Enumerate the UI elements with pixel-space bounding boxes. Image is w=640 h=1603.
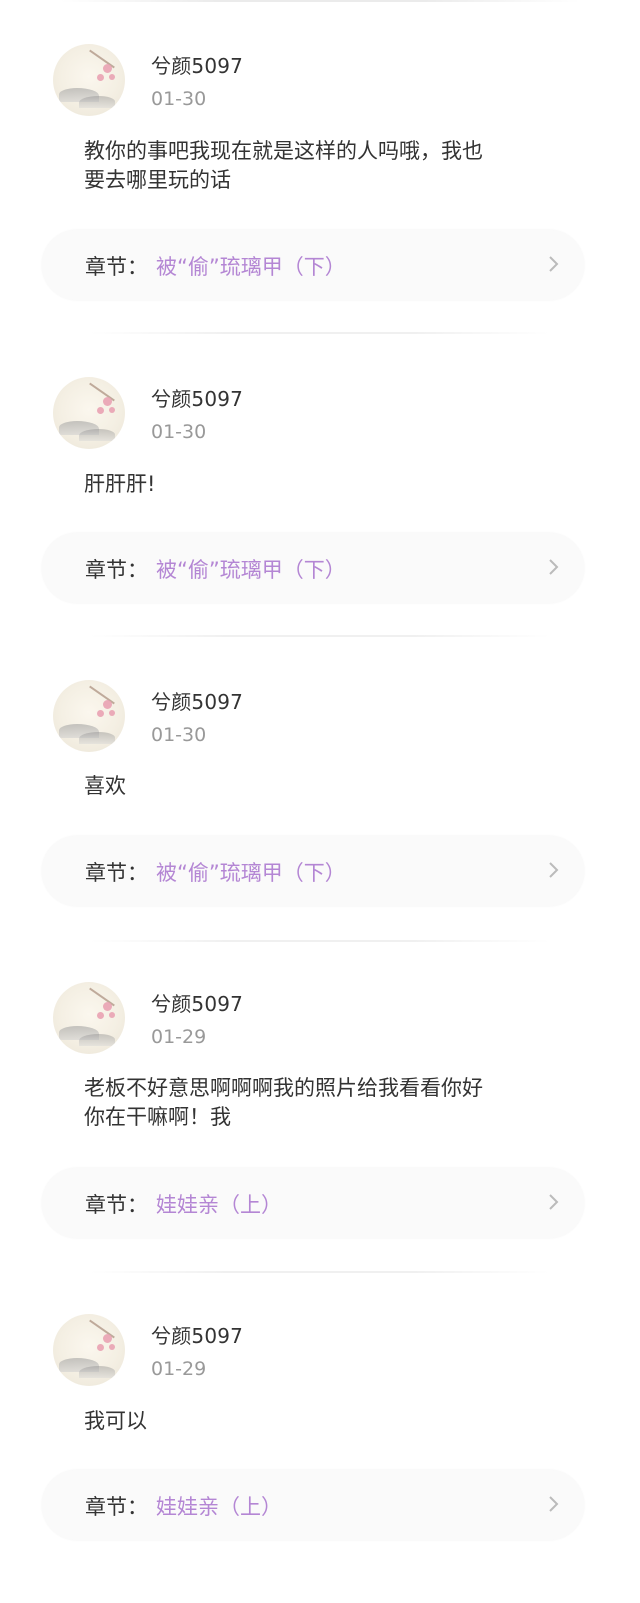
avatar[interactable] bbox=[53, 982, 125, 1054]
divider bbox=[90, 1271, 550, 1273]
comment-text: 老板不好意思啊啊啊我的照片给我看看你好 你在干嘛啊！我 bbox=[84, 1074, 564, 1132]
chapter-label: 章节： bbox=[85, 1495, 148, 1519]
comment-text-line: 喜欢 bbox=[84, 774, 126, 798]
avatar[interactable] bbox=[53, 44, 125, 116]
comment-text-line: 你在干嘛啊！我 bbox=[84, 1105, 231, 1129]
username[interactable]: 兮颜5097 bbox=[151, 1320, 243, 1349]
chapter-link[interactable]: 章节： 被“偷”琉璃甲（下） bbox=[42, 836, 584, 906]
chapter-label: 章节： bbox=[85, 558, 148, 582]
comment-date: 01-30 bbox=[151, 724, 207, 746]
comment-text: 肝肝肝! bbox=[84, 470, 564, 499]
chapter-title: 娃娃亲（上） bbox=[156, 1495, 282, 1519]
divider bbox=[90, 940, 550, 942]
comment-text-line: 我可以 bbox=[84, 1409, 147, 1433]
chevron-right-icon bbox=[549, 559, 559, 575]
comment-text-line: 要去哪里玩的话 bbox=[84, 168, 231, 192]
chevron-right-icon bbox=[549, 1496, 559, 1512]
divider bbox=[90, 635, 550, 637]
chapter-link[interactable]: 章节： 娃娃亲（上） bbox=[42, 1470, 584, 1540]
chapter-label: 章节： bbox=[85, 861, 148, 885]
chevron-right-icon bbox=[549, 1194, 559, 1210]
divider bbox=[90, 332, 550, 334]
comment-date: 01-29 bbox=[151, 1026, 207, 1048]
chapter-title: 被“偷”琉璃甲（下） bbox=[156, 255, 346, 279]
chapter-link[interactable]: 章节： 被“偷”琉璃甲（下） bbox=[42, 533, 584, 603]
avatar[interactable] bbox=[53, 377, 125, 449]
comment-date: 01-30 bbox=[151, 421, 207, 443]
comment-date: 01-29 bbox=[151, 1358, 207, 1380]
chevron-right-icon bbox=[549, 256, 559, 272]
avatar[interactable] bbox=[53, 1314, 125, 1386]
chapter-label: 章节： bbox=[85, 1193, 148, 1217]
comment-text: 我可以 bbox=[84, 1407, 564, 1436]
username[interactable]: 兮颜5097 bbox=[151, 383, 243, 412]
top-divider bbox=[60, 0, 580, 2]
chapter-label: 章节： bbox=[85, 255, 148, 279]
username[interactable]: 兮颜5097 bbox=[151, 988, 243, 1017]
chapter-title: 被“偷”琉璃甲（下） bbox=[156, 558, 346, 582]
chapter-title: 被“偷”琉璃甲（下） bbox=[156, 861, 346, 885]
comment-text: 喜欢 bbox=[84, 772, 564, 801]
comment-text-line: 老板不好意思啊啊啊我的照片给我看看你好 bbox=[84, 1076, 483, 1100]
chapter-link[interactable]: 章节： 娃娃亲（上） bbox=[42, 1168, 584, 1238]
chevron-right-icon bbox=[549, 862, 559, 878]
chapter-title: 娃娃亲（上） bbox=[156, 1193, 282, 1217]
avatar[interactable] bbox=[53, 680, 125, 752]
comment-text: 教你的事吧我现在就是这样的人吗哦，我也 要去哪里玩的话 bbox=[84, 137, 564, 195]
username[interactable]: 兮颜5097 bbox=[151, 50, 243, 79]
chapter-link[interactable]: 章节： 被“偷”琉璃甲（下） bbox=[42, 230, 584, 300]
comment-text-line: 教你的事吧我现在就是这样的人吗哦，我也 bbox=[84, 139, 483, 163]
comment-date: 01-30 bbox=[151, 88, 207, 110]
username[interactable]: 兮颜5097 bbox=[151, 686, 243, 715]
comment-text-line: 肝肝肝! bbox=[84, 472, 156, 496]
